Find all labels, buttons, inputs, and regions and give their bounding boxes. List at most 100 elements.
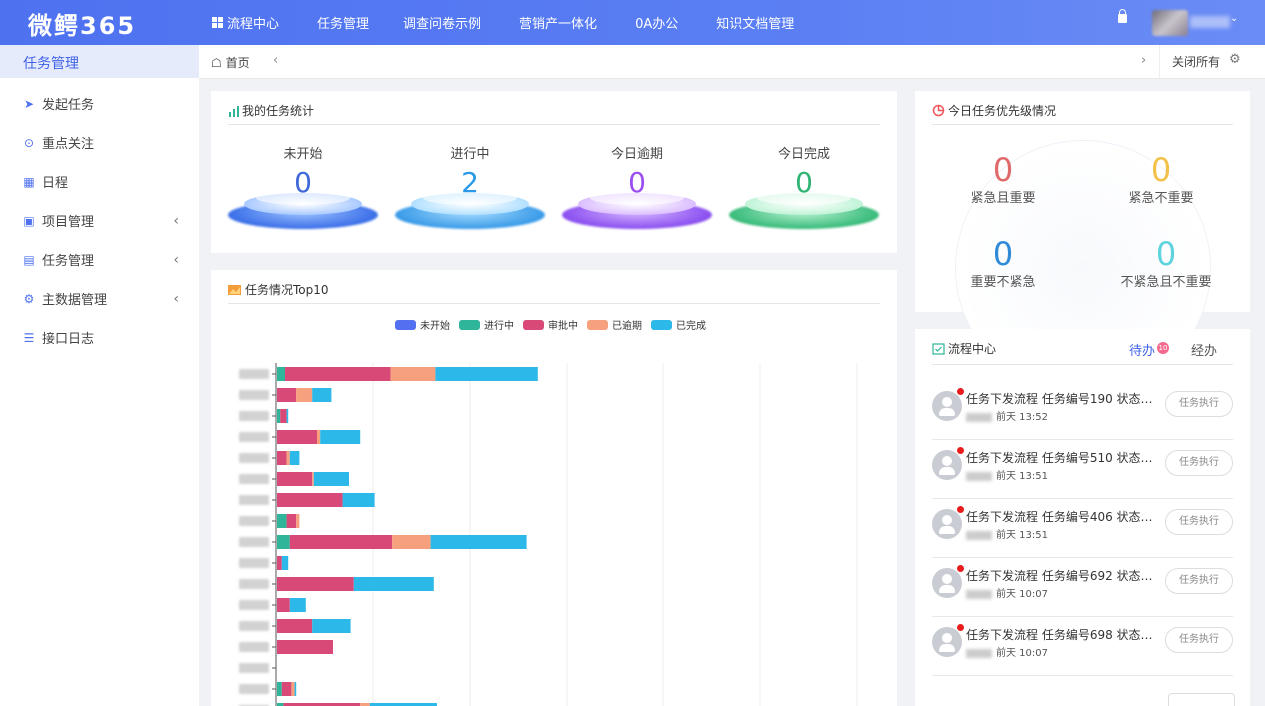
user-name-blurred[interactable] (1190, 16, 1230, 28)
bar-segment[interactable] (313, 472, 349, 486)
bar-segment[interactable] (277, 598, 290, 612)
tab-todo[interactable]: 待办 (1129, 340, 1155, 359)
execute-task-button[interactable]: 任务执行 (1165, 450, 1233, 476)
legend-item[interactable]: 未开始 (395, 317, 450, 332)
bar-segment[interactable] (296, 514, 300, 528)
bar-segment[interactable] (281, 682, 292, 696)
close-all-button[interactable]: 关闭所有 (1159, 45, 1220, 79)
legend-item[interactable]: 已逾期 (587, 317, 642, 332)
chevron-left-icon[interactable]: ‹ (173, 213, 179, 229)
nav-survey-example[interactable]: 调查问卷示例 (403, 13, 481, 32)
bar-segment[interactable] (277, 619, 313, 633)
bar-segment[interactable] (353, 577, 434, 591)
flow-item-title[interactable]: 任务下发流程 任务编号190 状态：审批中 (966, 390, 1158, 407)
lock-icon[interactable] (1118, 9, 1127, 23)
sidebar-item-3[interactable]: ▣ 项目管理 ‹ (0, 201, 199, 240)
flow-list-item[interactable]: 任务下发流程 任务编号698 状态：审批中前天 10:07 任务执行 (932, 617, 1233, 676)
bar-segment[interactable] (277, 451, 287, 465)
bar-segment[interactable] (277, 493, 343, 507)
flow-item-title[interactable]: 任务下发流程 任务编号406 状态：审批中 (966, 508, 1158, 525)
bar-segment[interactable] (291, 682, 295, 696)
user-avatar[interactable] (1152, 10, 1188, 36)
nav-task-management[interactable]: 任务管理 (317, 13, 369, 32)
flow-list-item[interactable]: 任务下发流程 任务编号692 状态：审批中前天 10:07 任务执行 (932, 558, 1233, 617)
legend-item[interactable]: 审批中 (523, 317, 578, 332)
bar-segment[interactable] (296, 388, 313, 402)
stat-item-2[interactable]: 今日逾期 0 (552, 143, 722, 229)
bar-segment[interactable] (281, 556, 289, 570)
bar-segment[interactable] (286, 409, 289, 423)
chevron-left-icon[interactable]: ‹ (273, 53, 278, 68)
tab-home[interactable]: ☖ 首页 (211, 54, 250, 71)
bar-segment[interactable] (277, 640, 333, 654)
bar-segment[interactable] (277, 472, 313, 486)
sidebar-item-2[interactable]: ▦ 日程 (0, 162, 199, 201)
stat-item-1[interactable]: 进行中 2 (385, 143, 555, 229)
bar-segment[interactable] (277, 430, 317, 444)
bar-segment[interactable] (342, 493, 375, 507)
flow-item-title[interactable]: 任务下发流程 任务编号698 状态：审批中 (966, 626, 1158, 643)
bar-segment[interactable] (317, 430, 321, 444)
bar-segment[interactable] (277, 409, 281, 423)
bar-segment[interactable] (280, 409, 287, 423)
nav-flow-center[interactable]: 流程中心 (212, 13, 279, 32)
bar-segment[interactable] (286, 451, 290, 465)
bar-segment[interactable] (312, 388, 332, 402)
sidebar-title[interactable]: 任务管理 (0, 45, 199, 78)
legend-item[interactable]: 已完成 (651, 317, 706, 332)
stat-item-0[interactable]: 未开始 0 (218, 143, 388, 229)
legend-label: 进行中 (484, 321, 514, 332)
sidebar-item-6[interactable]: ☰ 接口日志 (0, 318, 199, 357)
bar-segment[interactable] (289, 535, 393, 549)
bar-segment[interactable] (312, 619, 351, 633)
bar-segment[interactable] (312, 472, 314, 486)
execute-task-button[interactable]: 任务执行 (1165, 568, 1233, 594)
chevron-left-icon[interactable]: ‹ (173, 291, 179, 307)
bar-segment[interactable] (277, 388, 297, 402)
sidebar-item-4[interactable]: ▤ 任务管理 ‹ (0, 240, 199, 279)
bar-segment[interactable] (277, 682, 282, 696)
app-logo[interactable]: 微鳄365 (28, 6, 136, 41)
load-more-button[interactable] (1168, 693, 1235, 706)
flow-list-item[interactable]: 任务下发流程 任务编号406 状态：审批中前天 13:51 任务执行 (932, 499, 1233, 558)
chevron-left-icon[interactable]: ‹ (173, 252, 179, 268)
sidebar-item-1[interactable]: ⊙ 重点关注 (0, 123, 199, 162)
chevron-down-icon[interactable]: ⌄ (1230, 13, 1238, 24)
bar-segment[interactable] (277, 535, 290, 549)
bar-segment[interactable] (320, 430, 361, 444)
flow-item-title[interactable]: 任务下发流程 任务编号510 状态：审批中 (966, 449, 1158, 466)
gear-icon[interactable]: ⚙ (1229, 52, 1241, 67)
nav-marketing[interactable]: 营销产一体化 (519, 13, 597, 32)
legend-item[interactable]: 进行中 (459, 317, 514, 332)
flow-list-item[interactable]: 任务下发流程 任务编号510 状态：审批中前天 13:51 任务执行 (932, 440, 1233, 499)
chevron-right-icon[interactable]: › (1141, 53, 1146, 68)
execute-task-button[interactable]: 任务执行 (1165, 627, 1233, 653)
bar-segment[interactable] (286, 514, 297, 528)
bar-segment[interactable] (289, 451, 300, 465)
bar-segment[interactable] (435, 367, 538, 381)
priority-neither[interactable]: 0 不紧急且不重要 (1106, 237, 1226, 290)
bar-segment[interactable] (277, 367, 285, 381)
stat-item-3[interactable]: 今日完成 0 (719, 143, 889, 229)
sidebar-item-5[interactable]: ⚙ 主数据管理 ‹ (0, 279, 199, 318)
tab-done[interactable]: 经办 (1191, 340, 1217, 359)
nav-knowledge-docs[interactable]: 知识文档管理 (716, 13, 794, 32)
bar-segment[interactable] (430, 535, 527, 549)
priority-urgent-not-important[interactable]: 0 紧急不重要 (1106, 153, 1216, 206)
bar-segment[interactable] (294, 682, 297, 696)
priority-urgent-important[interactable]: 0 紧急且重要 (948, 153, 1058, 206)
execute-task-button[interactable]: 任务执行 (1165, 391, 1233, 417)
sidebar-item-0[interactable]: ➤ 发起任务 (0, 84, 199, 123)
flow-item-title[interactable]: 任务下发流程 任务编号692 状态：审批中 (966, 567, 1158, 584)
flow-list-item[interactable]: 任务下发流程 任务编号190 状态：审批中前天 13:52 任务执行 (932, 381, 1233, 440)
bar-segment[interactable] (277, 514, 287, 528)
bar-segment[interactable] (277, 556, 282, 570)
nav-oa-office[interactable]: 0A办公 (635, 13, 678, 32)
bar-segment[interactable] (392, 535, 431, 549)
execute-task-button[interactable]: 任务执行 (1165, 509, 1233, 535)
bar-segment[interactable] (289, 598, 306, 612)
priority-important-not-urgent[interactable]: 0 重要不紧急 (948, 237, 1058, 290)
bar-segment[interactable] (285, 367, 391, 381)
bar-segment[interactable] (277, 577, 354, 591)
bar-segment[interactable] (390, 367, 436, 381)
